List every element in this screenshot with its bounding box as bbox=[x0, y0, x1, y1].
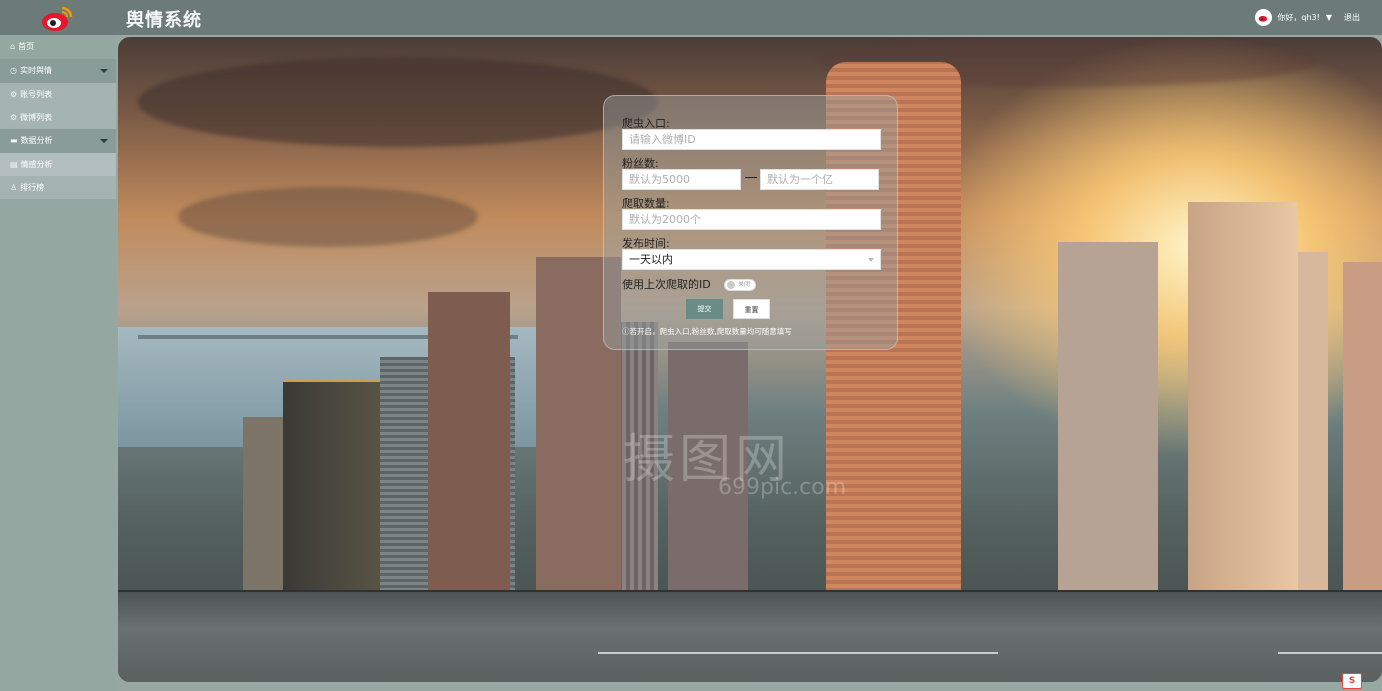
app-title: 舆情系统 bbox=[126, 10, 202, 31]
reuse-id-toggle[interactable]: 关闭 bbox=[724, 279, 756, 291]
chevron-down-icon bbox=[100, 139, 108, 143]
sidebar-item-label: 首页 bbox=[18, 42, 35, 51]
toggle-knob bbox=[727, 281, 735, 289]
sidebar-item-label: 数据分析 bbox=[20, 136, 53, 145]
road-marking bbox=[1278, 652, 1382, 654]
road-marking bbox=[598, 652, 998, 654]
gear-icon: ⚙ bbox=[10, 113, 18, 122]
sidebar-item-realtime[interactable]: ◷ 实时舆情 bbox=[0, 59, 116, 83]
chart-icon: ▬ bbox=[10, 136, 18, 145]
sidebar-item-sentiment[interactable]: ▤ 情感分析 bbox=[0, 153, 116, 176]
toggle-text: 关闭 bbox=[738, 281, 751, 288]
user-greeting[interactable]: 你好，qh3! bbox=[1277, 12, 1319, 23]
sidebar-item-label: 微博列表 bbox=[20, 113, 53, 122]
publish-time-select[interactable]: 一天以内 bbox=[622, 249, 881, 270]
building-shape bbox=[1188, 202, 1298, 612]
sidebar-item-label: 情感分析 bbox=[20, 160, 53, 169]
publish-time-value: 一天以内 bbox=[629, 253, 673, 266]
building-shape bbox=[243, 417, 288, 612]
reset-button[interactable]: 重置 bbox=[733, 299, 770, 319]
sidebar-item-analysis[interactable]: ▬ 数据分析 bbox=[0, 129, 116, 153]
chevron-down-icon bbox=[868, 258, 874, 262]
top-bar: 舆情系统 你好，qh3! ▼ 退出 bbox=[0, 0, 1382, 35]
gear-icon: ⚙ bbox=[10, 90, 18, 99]
logout-link[interactable]: 退出 bbox=[1344, 12, 1360, 23]
chevron-down-icon bbox=[100, 69, 108, 73]
watermark-url: 699pic.com bbox=[718, 475, 847, 500]
home-icon: ⌂ bbox=[10, 42, 16, 51]
ime-badge-icon[interactable]: S bbox=[1342, 673, 1362, 689]
sidebar-item-label: 实时舆情 bbox=[19, 66, 52, 75]
user-icon: ♙ bbox=[10, 183, 18, 192]
clock-icon: ◷ bbox=[10, 66, 17, 75]
reuse-id-label: 使用上次爬取的ID bbox=[622, 278, 711, 291]
weibo-id-input[interactable]: 请输入微博ID bbox=[622, 129, 881, 150]
sidebar-item-weibo-list[interactable]: ⚙ 微博列表 bbox=[0, 106, 116, 129]
building-shape bbox=[1298, 252, 1328, 612]
road-shape bbox=[118, 592, 1382, 682]
hint-text: ⓘ若开启，爬虫入口,粉丝数,爬取数量均可随意填写 bbox=[622, 327, 792, 336]
avatar[interactable] bbox=[1255, 9, 1273, 26]
sidebar-item-label: 排行榜 bbox=[20, 183, 45, 192]
chevron-down-icon[interactable]: ▼ bbox=[1326, 13, 1332, 22]
crawler-form: 爬虫入口: 请输入微博ID 粉丝数: 默认为5000 默认为一个亿 爬取数量: … bbox=[603, 95, 898, 350]
table-icon: ▤ bbox=[10, 160, 18, 169]
building-shape bbox=[428, 292, 510, 612]
cloud-shape bbox=[138, 57, 658, 147]
sidebar-item-accounts[interactable]: ⚙ 账号列表 bbox=[0, 83, 116, 106]
submit-button[interactable]: 提交 bbox=[686, 299, 723, 319]
range-separator bbox=[745, 177, 757, 178]
user-menu[interactable]: 你好，qh3! ▼ 退出 bbox=[1255, 9, 1360, 26]
sidebar-item-ranking[interactable]: ♙ 排行榜 bbox=[0, 176, 116, 199]
crawl-count-input[interactable]: 默认为2000个 bbox=[622, 209, 881, 230]
cloud-shape bbox=[178, 187, 478, 247]
weibo-logo-icon bbox=[42, 6, 73, 31]
building-shape bbox=[283, 379, 383, 612]
sidebar-item-home[interactable]: ⌂ 首页 bbox=[0, 35, 116, 59]
building-shape bbox=[1058, 242, 1158, 612]
fans-max-input[interactable]: 默认为一个亿 bbox=[760, 169, 879, 190]
building-shape bbox=[1343, 262, 1382, 612]
sidebar-item-label: 账号列表 bbox=[20, 90, 53, 99]
weibo-avatar-icon bbox=[1259, 15, 1268, 22]
fans-min-input[interactable]: 默认为5000 bbox=[622, 169, 741, 190]
sidebar: ⌂ 首页 ◷ 实时舆情 ⚙ 账号列表 ⚙ 微博列表 ▬ 数据分析 ▤ 情感分析 … bbox=[0, 35, 116, 691]
